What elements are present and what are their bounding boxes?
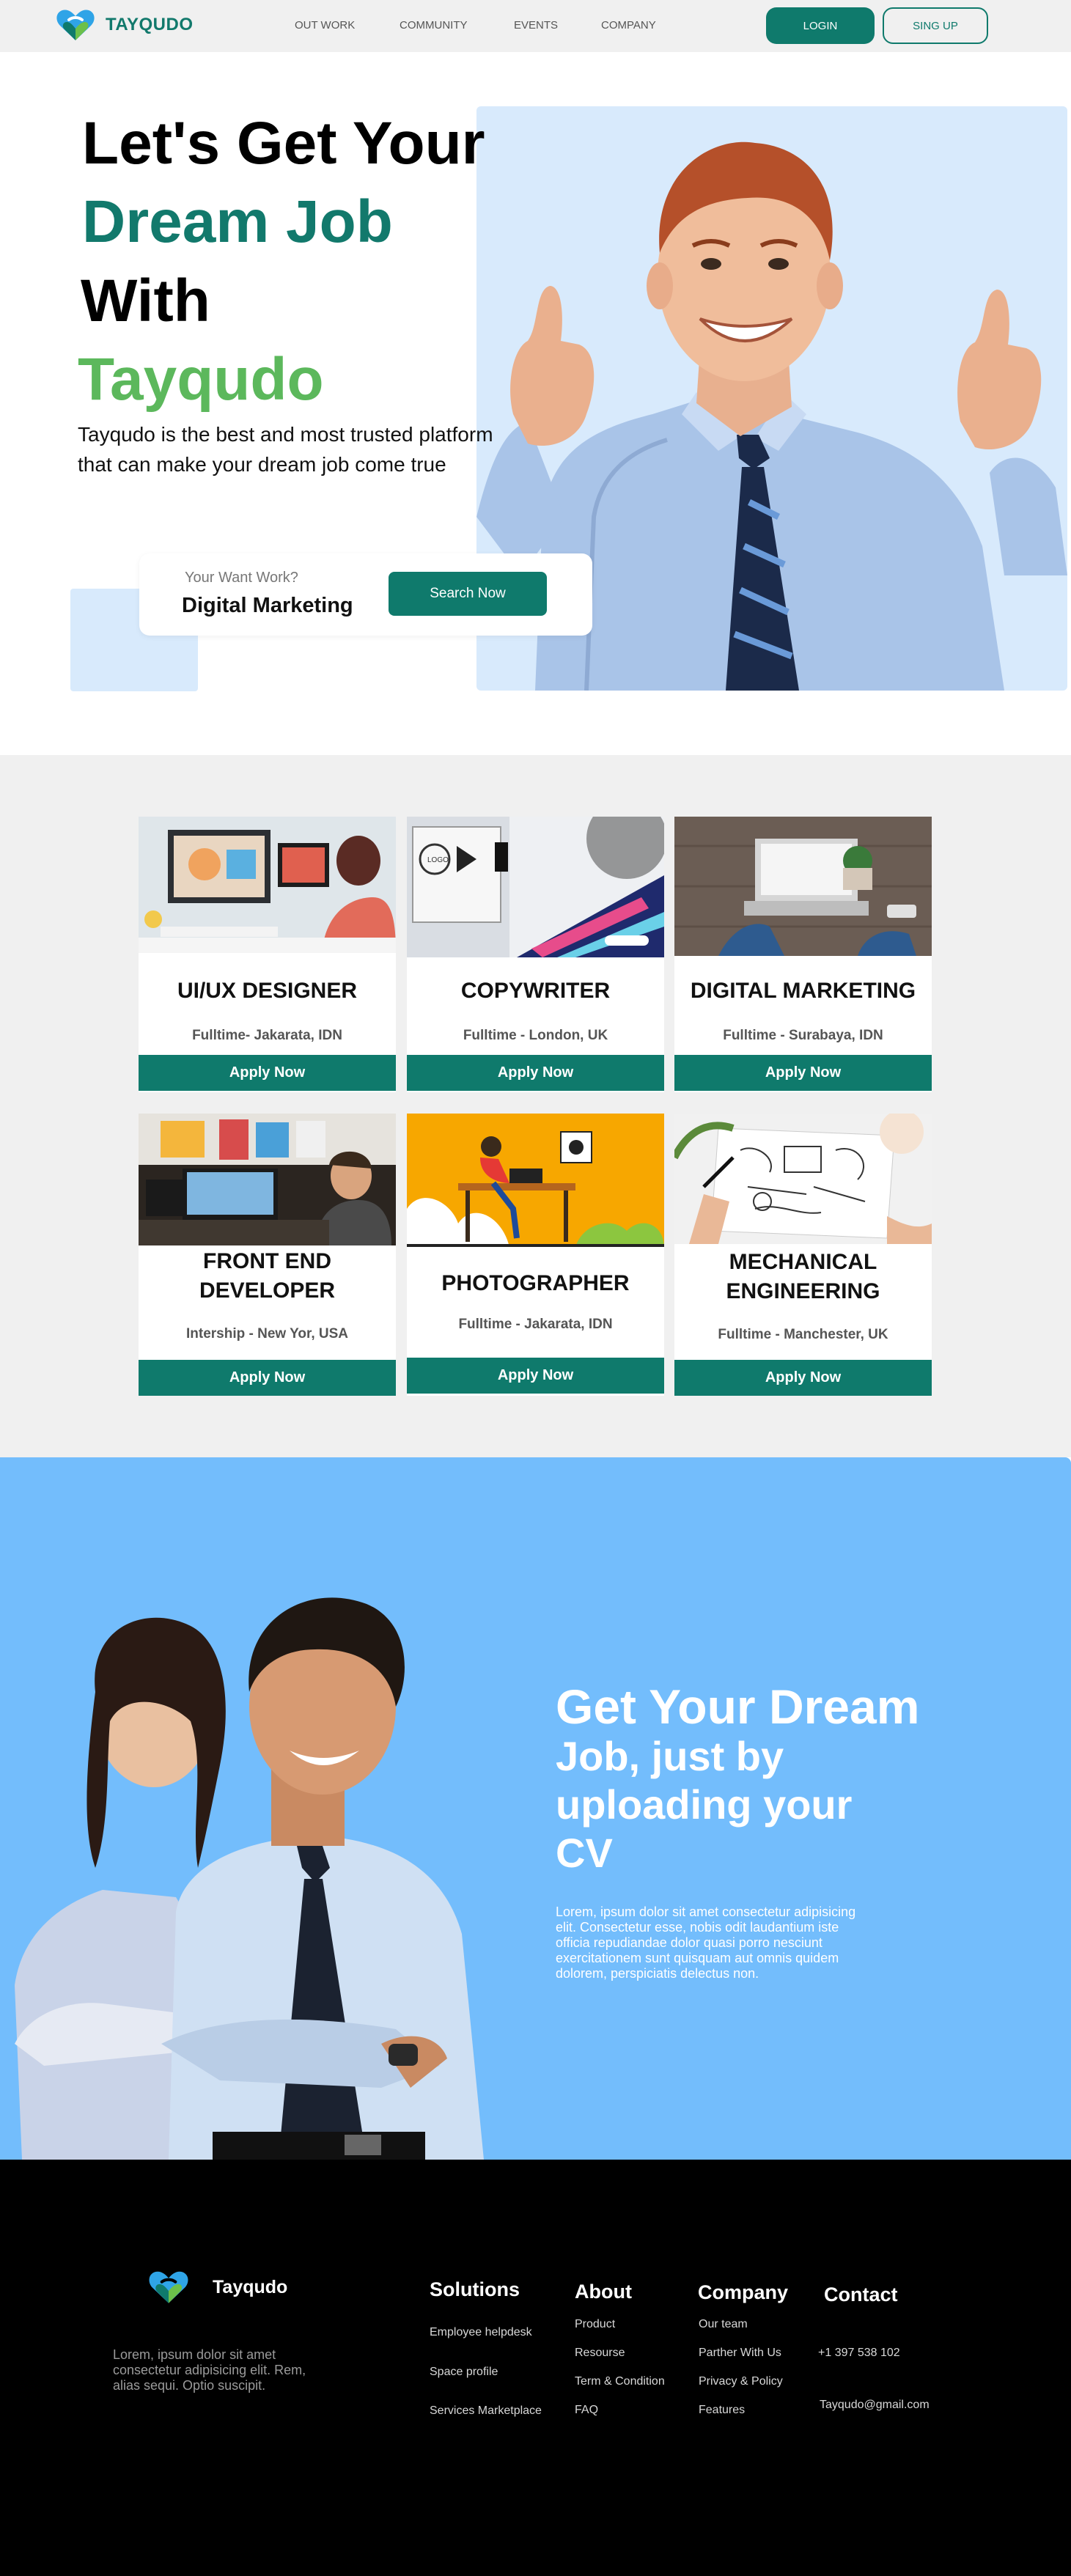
nav-link-company[interactable]: COMPANY	[601, 19, 656, 32]
footer-contact-title: Contact	[824, 2284, 898, 2305]
job-card-photographer: PHOTOGRAPHER Fulltime - Jakarata, IDN Ap…	[407, 1114, 664, 1396]
footer-link-product[interactable]: Product	[575, 2318, 615, 2331]
job-title: UI/UX DESIGNER	[177, 979, 358, 1003]
footer-link-services-marketplace[interactable]: Services Marketplace	[430, 2404, 542, 2418]
footer-description: Lorem, ipsum dolor sit amet consectetur …	[113, 2347, 306, 2393]
footer-company-title: Company	[698, 2281, 789, 2303]
footer-link-space-profile[interactable]: Space profile	[430, 2366, 498, 2379]
job-image-copywriter: LOGO	[407, 817, 664, 957]
job-title: DIGITAL MARKETING	[690, 979, 916, 1003]
footer-link-partner-with-us[interactable]: Parther With Us	[699, 2347, 781, 2360]
nav-link-events[interactable]: EVENTS	[514, 19, 558, 32]
heart-logo-icon	[56, 10, 95, 40]
job-title: MECHANICAL ENGINEERING	[726, 1250, 880, 1303]
footer: Tayqudo Lorem, ipsum dolor sit amet cons…	[0, 2160, 1071, 2576]
upload-cv-section: Get Your Dream Job, just by uploading yo…	[0, 1457, 1071, 2160]
apply-now-button[interactable]: Apply Now	[674, 1360, 932, 1396]
hero-title-line-3: With	[81, 268, 210, 334]
footer-about-title: About	[575, 2281, 632, 2303]
hero-description: Tayqudo is the best and most trusted pla…	[78, 423, 493, 476]
job-card-copywriter: LOGO COPYWRITER Fulltime - London, UK Ap…	[407, 817, 664, 1092]
hero-title-line-4: Tayqudo	[78, 346, 324, 413]
svg-text:LOGO: LOGO	[427, 856, 449, 864]
job-image-sketch	[674, 1114, 932, 1244]
job-image-laptop	[674, 817, 932, 956]
cv-description: Lorem, ipsum dolor sit amet consectetur …	[556, 1905, 856, 1981]
footer-contact-phone[interactable]: +1 397 538 102	[818, 2347, 900, 2360]
cv-heading: Get Your Dream Job, just by uploading yo…	[556, 1681, 966, 1877]
search-label: Your Want Work?	[185, 570, 298, 586]
job-image-designer	[139, 817, 396, 953]
heart-logo-icon	[149, 2271, 188, 2303]
job-title: FRONT END DEVELOPER	[199, 1249, 336, 1303]
footer-link-our-team[interactable]: Our team	[699, 2318, 748, 2331]
search-now-button[interactable]: Search Now	[389, 572, 547, 616]
job-location: Fulltime - Surabaya, IDN	[723, 1028, 883, 1043]
job-search-card: Your Want Work? Digital Marketing Search…	[139, 553, 592, 636]
apply-now-button[interactable]: Apply Now	[139, 1360, 396, 1396]
hero-title-line-1: Let's Get Your	[82, 110, 485, 177]
job-location: Intership - New Yor, USA	[185, 1326, 348, 1342]
business-couple-image	[15, 1597, 484, 2160]
apply-now-button[interactable]: Apply Now	[407, 1055, 664, 1091]
job-card-uiux-designer: UI/UX DESIGNER Fulltime- Jakarata, IDN A…	[139, 817, 396, 1092]
footer-solutions-title: Solutions	[430, 2278, 520, 2300]
footer-link-employee-helpdesk[interactable]: Employee helpdesk	[430, 2326, 532, 2339]
job-location: Fulltime- Jakarata, IDN	[192, 1028, 342, 1043]
footer-link-features[interactable]: Features	[699, 2404, 745, 2417]
job-image-developer	[139, 1114, 396, 1245]
footer-link-privacy-policy[interactable]: Privacy & Policy	[699, 2375, 783, 2388]
job-location: Fulltime - Manchester, UK	[718, 1327, 888, 1342]
signup-button[interactable]: SING UP	[883, 7, 988, 44]
job-image-illustration	[407, 1114, 664, 1247]
cv-heading-line-2: Job, just by	[556, 1733, 784, 1779]
job-location: Fulltime - London, UK	[463, 1028, 608, 1043]
footer-link-term-condition[interactable]: Term & Condition	[575, 2375, 665, 2388]
footer-link-resourse[interactable]: Resourse	[575, 2347, 625, 2360]
job-location: Fulltime - Jakarata, IDN	[458, 1317, 613, 1332]
top-navbar: TAYQUDO OUT WORK COMMUNITY EVENTS COMPAN…	[0, 0, 1071, 52]
nav-link-community[interactable]: COMMUNITY	[400, 19, 468, 32]
brand-logo[interactable]: TAYQUDO	[54, 7, 194, 43]
cv-heading-line-1: Get Your Dream	[556, 1679, 920, 1734]
job-title: PHOTOGRAPHER	[441, 1271, 630, 1295]
apply-now-button[interactable]: Apply Now	[674, 1055, 932, 1091]
job-card-mechanical-engineering: MECHANICAL ENGINEERING Fulltime - Manche…	[674, 1114, 932, 1396]
apply-now-button[interactable]: Apply Now	[139, 1055, 396, 1091]
cv-heading-line-4: CV	[556, 1830, 613, 1876]
job-card-front-end-developer: FRONT END DEVELOPER Intership - New Yor,…	[139, 1114, 396, 1396]
search-input[interactable]: Digital Marketing	[182, 594, 353, 618]
login-button[interactable]: LOGIN	[766, 7, 875, 44]
apply-now-button[interactable]: Apply Now	[407, 1358, 664, 1394]
job-title: COPYWRITER	[460, 979, 611, 1003]
jobs-section: UI/UX DESIGNER Fulltime- Jakarata, IDN A…	[0, 755, 1071, 1457]
cv-heading-line-3: uploading your	[556, 1781, 853, 1828]
nav-link-out-work[interactable]: OUT WORK	[295, 19, 355, 32]
footer-contact-email[interactable]: Tayqudo@gmail.com	[820, 2399, 930, 2412]
footer-link-faq[interactable]: FAQ	[575, 2404, 598, 2417]
hero-title-line-2: Dream Job	[82, 188, 393, 255]
brand-name: TAYQUDO	[106, 15, 194, 34]
job-card-digital-marketing: DIGITAL MARKETING Fulltime - Surabaya, I…	[674, 817, 932, 1092]
footer-logo[interactable]: Tayqudo	[147, 2268, 287, 2306]
footer-brand-name: Tayqudo	[213, 2276, 288, 2297]
